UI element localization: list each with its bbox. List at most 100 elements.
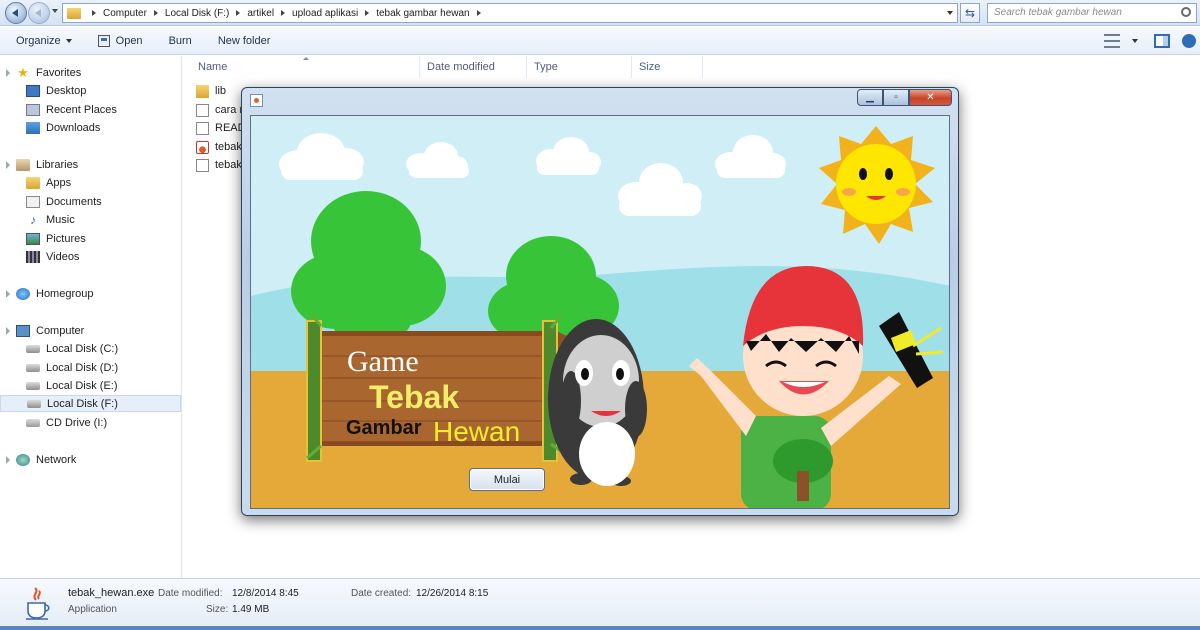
sidebar-item-music[interactable]: ♪ Music: [0, 211, 181, 228]
breadcrumb[interactable]: Computer Local Disk (F:) artikel upload …: [62, 3, 958, 23]
date-created-label: Date created:: [351, 588, 412, 599]
help-icon[interactable]: [1182, 34, 1196, 48]
music-icon: ♪: [30, 212, 36, 227]
sidebar-item-libraries[interactable]: Libraries: [0, 156, 181, 173]
sidebar-item-downloads[interactable]: Downloads: [0, 119, 181, 136]
sidebar-item-pictures[interactable]: Pictures: [0, 230, 181, 247]
view-tools: [1104, 27, 1200, 55]
breadcrumb-item-artikel[interactable]: artikel: [247, 8, 274, 19]
libraries-icon: [16, 158, 30, 171]
minimize-icon: ▁: [866, 92, 874, 103]
game-scene: Game Tebak Gambar Hewan: [251, 116, 949, 508]
address-bar: Computer Local Disk (F:) artikel upload …: [0, 0, 1200, 26]
refresh-button[interactable]: ⇆: [960, 3, 980, 23]
sidebar-item-apps[interactable]: Apps: [0, 174, 181, 191]
size-value: 1.49 MB: [232, 604, 270, 615]
breadcrumb-item-tebak-gambar-hewan[interactable]: tebak gambar hewan: [376, 8, 469, 19]
videos-icon: [26, 250, 40, 263]
preview-pane-icon[interactable]: [1154, 34, 1170, 48]
folder-icon: [196, 84, 209, 98]
search-icon: [1181, 7, 1191, 17]
sidebar-item-videos[interactable]: Videos: [0, 248, 181, 265]
details-pane: tebak_hewan.exe Application Date modifie…: [0, 578, 1200, 630]
column-header-date-modified[interactable]: Date modified: [419, 56, 527, 78]
sidebar-item-desktop[interactable]: Desktop: [0, 82, 181, 99]
sidebar-item-local-disk-c[interactable]: Local Disk (C:): [0, 340, 181, 357]
date-modified-label: Date modified:: [158, 588, 223, 599]
sidebar-item-local-disk-f[interactable]: Local Disk (F:): [0, 395, 181, 412]
downloads-icon: [26, 121, 40, 134]
recent-places-icon: [26, 103, 40, 116]
file-row[interactable]: lib: [196, 82, 226, 100]
sidebar-item-cd-drive[interactable]: CD Drive (I:): [0, 414, 181, 431]
start-button[interactable]: Mulai: [469, 468, 545, 491]
details-file-type: Application: [68, 604, 117, 615]
computer-icon: [16, 324, 30, 337]
pictures-icon: [26, 232, 40, 245]
sidebar-item-documents[interactable]: Documents: [0, 193, 181, 210]
breadcrumb-item-local-disk-f[interactable]: Local Disk (F:): [165, 8, 229, 19]
file-row[interactable]: tebak: [196, 138, 242, 156]
drive-icon: [27, 399, 41, 408]
title-hewan-text: Hewan: [433, 416, 520, 447]
taskbar: [0, 626, 1200, 630]
desktop-icon: [26, 84, 40, 97]
sidebar-item-homegroup[interactable]: Homegroup: [0, 285, 181, 302]
chevron-down-icon: [65, 38, 72, 43]
game-window[interactable]: ▁ ▫ ✕ Game Tebak Gambar Hewan Mulai: [241, 87, 959, 516]
title-game-text: Game: [347, 345, 419, 378]
drive-icon: [26, 381, 40, 390]
drive-icon: [26, 344, 40, 353]
navigation-pane: ★ Favorites Desktop Recent Places Downloa…: [0, 56, 182, 578]
sidebar-item-local-disk-d[interactable]: Local Disk (D:): [0, 359, 181, 376]
open-button[interactable]: Open: [97, 34, 143, 47]
drive-icon: [26, 363, 40, 372]
date-created-value: 12/26/2014 8:15: [416, 588, 489, 599]
size-label: Size:: [206, 604, 229, 615]
window-controls: ▁ ▫ ✕: [857, 89, 952, 106]
new-folder-button[interactable]: New folder: [218, 35, 271, 47]
cd-drive-icon: [26, 418, 40, 427]
maximize-button[interactable]: ▫: [883, 89, 909, 106]
network-icon: [16, 453, 30, 466]
sidebar-item-local-disk-e[interactable]: Local Disk (E:): [0, 377, 181, 394]
back-button[interactable]: [5, 2, 27, 24]
recent-pages-dropdown[interactable]: [52, 9, 58, 13]
details-file-name: tebak_hewan.exe: [68, 587, 155, 599]
command-bar: Organize Open Burn New folder: [0, 27, 1200, 55]
sidebar-item-computer[interactable]: Computer: [0, 322, 181, 339]
file-row[interactable]: tebak: [196, 156, 242, 174]
sidebar-item-recent-places[interactable]: Recent Places: [0, 101, 181, 118]
forward-button[interactable]: [28, 2, 50, 24]
java-app-icon: [250, 94, 263, 107]
column-header-type[interactable]: Type: [526, 56, 632, 78]
sidebar-item-favorites[interactable]: ★ Favorites: [0, 64, 181, 81]
title-tebak-text: Tebak: [369, 379, 459, 415]
sidebar-item-network[interactable]: Network: [0, 451, 181, 468]
folder-icon: [67, 7, 81, 19]
breadcrumb-item-computer[interactable]: Computer: [103, 8, 147, 19]
date-modified-value: 12/8/2014 8:45: [232, 588, 299, 599]
homegroup-icon: [16, 287, 30, 300]
close-icon: ✕: [926, 92, 935, 103]
documents-icon: [26, 195, 40, 208]
search-input[interactable]: Search tebak gambar hewan: [987, 3, 1197, 23]
change-view-icon[interactable]: [1104, 34, 1120, 48]
text-file-icon: [196, 158, 209, 172]
breadcrumb-item-upload-aplikasi[interactable]: upload aplikasi: [292, 8, 358, 19]
star-icon: ★: [17, 64, 29, 80]
address-dropdown-icon[interactable]: [947, 11, 953, 15]
game-canvas: Game Tebak Gambar Hewan Mulai: [250, 115, 950, 509]
close-button[interactable]: ✕: [909, 89, 952, 106]
minimize-button[interactable]: ▁: [857, 89, 883, 106]
breadcrumb-separator: [85, 10, 103, 16]
column-header-size[interactable]: Size: [631, 56, 703, 78]
text-file-icon: [196, 121, 209, 135]
burn-button[interactable]: Burn: [169, 35, 192, 47]
view-options-dropdown[interactable]: [1132, 39, 1138, 43]
organize-button[interactable]: Organize: [16, 35, 72, 47]
open-icon: [97, 34, 110, 47]
maximize-icon: ▫: [894, 92, 898, 103]
file-row[interactable]: READ: [196, 119, 246, 137]
search-placeholder: Search tebak gambar hewan: [994, 7, 1122, 18]
